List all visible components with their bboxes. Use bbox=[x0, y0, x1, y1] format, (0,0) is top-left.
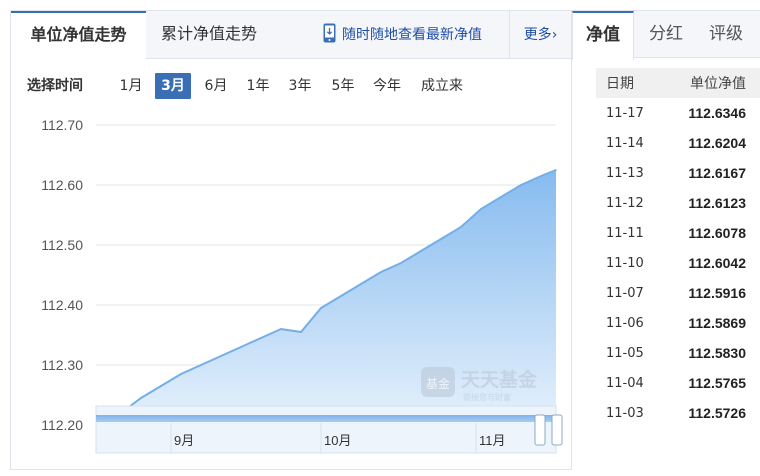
navigator-left-handle[interactable] bbox=[534, 414, 546, 446]
navigator-right-handle[interactable] bbox=[551, 414, 563, 446]
row-date: 11-14 bbox=[606, 135, 644, 151]
navigator-series-band bbox=[96, 415, 556, 422]
history-tab-bar: 净值 分红 评级 bbox=[572, 10, 760, 60]
nav-history-panel: 净值 分红 评级 日期 单位净值 11-17 112.6346 11-14 112.… bbox=[572, 10, 760, 470]
row-unit-nav: 112.6167 bbox=[688, 165, 746, 181]
row-date: 11-04 bbox=[606, 375, 644, 391]
range-navigator[interactable]: 9月 10月 11月 bbox=[95, 405, 563, 454]
row-date: 11-17 bbox=[606, 105, 644, 121]
table-row: 11-03 112.5726 bbox=[596, 398, 760, 428]
data-point bbox=[360, 283, 362, 285]
row-date: 11-03 bbox=[606, 405, 644, 421]
data-point bbox=[420, 250, 422, 252]
data-point bbox=[340, 295, 342, 297]
data-point bbox=[500, 196, 502, 198]
data-point bbox=[280, 328, 282, 330]
table-row: 11-13 112.6167 bbox=[596, 158, 760, 188]
data-point bbox=[555, 169, 557, 171]
row-unit-nav: 112.6123 bbox=[688, 195, 746, 211]
data-point bbox=[140, 397, 142, 399]
watermark-brand: 天天基金 bbox=[461, 368, 538, 391]
row-unit-nav: 112.5765 bbox=[688, 375, 746, 391]
data-point bbox=[200, 364, 202, 366]
nav-history-table: 日期 单位净值 11-17 112.6346 11-14 112.6204 11-1… bbox=[596, 68, 760, 428]
column-header-date: 日期 bbox=[596, 68, 668, 98]
row-unit-nav: 112.5830 bbox=[688, 345, 746, 361]
y-tick-label: 112.50 bbox=[41, 237, 83, 253]
y-tick-label: 112.40 bbox=[41, 297, 83, 313]
row-date: 11-05 bbox=[606, 345, 644, 361]
nav-chart-panel: 单位净值走势 累计净值走势 随时随地查看最新净值 更多› 选择时间 1月 3月 … bbox=[10, 10, 572, 470]
row-date: 11-07 bbox=[606, 285, 644, 301]
row-unit-nav: 112.6078 bbox=[688, 225, 746, 241]
data-point bbox=[180, 373, 182, 375]
tab-dividend[interactable]: 分红 bbox=[638, 11, 694, 59]
x-tick-label: 10月 bbox=[324, 433, 351, 448]
data-point bbox=[460, 226, 462, 228]
tab-nav[interactable]: 净值 bbox=[572, 11, 634, 60]
table-row: 11-17 112.6346 bbox=[596, 98, 760, 128]
x-tick-label: 9月 bbox=[174, 433, 194, 448]
row-unit-nav: 112.5726 bbox=[688, 405, 746, 421]
row-unit-nav: 112.5916 bbox=[688, 285, 746, 301]
row-unit-nav: 112.6042 bbox=[688, 255, 746, 271]
data-point bbox=[380, 271, 382, 273]
row-date: 11-11 bbox=[606, 225, 644, 241]
row-date: 11-13 bbox=[606, 165, 644, 181]
row-unit-nav: 112.5869 bbox=[688, 315, 746, 331]
data-point bbox=[260, 337, 262, 339]
data-point bbox=[400, 262, 402, 264]
table-row: 11-05 112.5830 bbox=[596, 338, 760, 368]
y-tick-label: 112.70 bbox=[41, 117, 83, 133]
row-date: 11-10 bbox=[606, 255, 644, 271]
row-date: 11-06 bbox=[606, 315, 644, 331]
data-point bbox=[320, 307, 322, 309]
tab-rating[interactable]: 评级 bbox=[698, 11, 754, 59]
table-row: 11-10 112.6042 bbox=[596, 248, 760, 278]
table-row: 11-14 112.6204 bbox=[596, 128, 760, 158]
watermark-slogan: 链接您与财富 bbox=[463, 392, 511, 402]
row-unit-nav: 112.6204 bbox=[688, 135, 746, 151]
data-point bbox=[160, 385, 162, 387]
y-axis: 112.70 112.60 112.50 112.40 112.30 112.20 bbox=[41, 117, 83, 433]
table-row: 11-07 112.5916 bbox=[596, 278, 760, 308]
table-header-row: 日期 单位净值 bbox=[596, 68, 760, 98]
y-tick-label: 112.30 bbox=[41, 357, 83, 373]
y-tick-label: 112.60 bbox=[41, 177, 83, 193]
nav-area-chart: 112.70112.60112.50112.40112.30112.20 基金 … bbox=[41, 117, 563, 454]
data-point bbox=[540, 175, 542, 177]
row-date: 11-12 bbox=[606, 195, 644, 211]
data-point bbox=[480, 208, 482, 210]
data-point bbox=[520, 184, 522, 186]
data-point bbox=[220, 355, 222, 357]
watermark-logo-text: 基金 bbox=[426, 376, 450, 391]
data-point bbox=[240, 346, 242, 348]
table-row: 11-06 112.5869 bbox=[596, 308, 760, 338]
table-row: 11-11 112.6078 bbox=[596, 218, 760, 248]
data-point bbox=[440, 238, 442, 240]
data-point bbox=[300, 331, 302, 333]
table-row: 11-12 112.6123 bbox=[596, 188, 760, 218]
y-tick-label: 112.20 bbox=[41, 417, 83, 433]
row-unit-nav: 112.6346 bbox=[688, 105, 746, 121]
column-header-unit-nav: 单位净值 bbox=[668, 68, 760, 98]
x-tick-label: 11月 bbox=[479, 433, 506, 448]
table-row: 11-04 112.5765 bbox=[596, 368, 760, 398]
